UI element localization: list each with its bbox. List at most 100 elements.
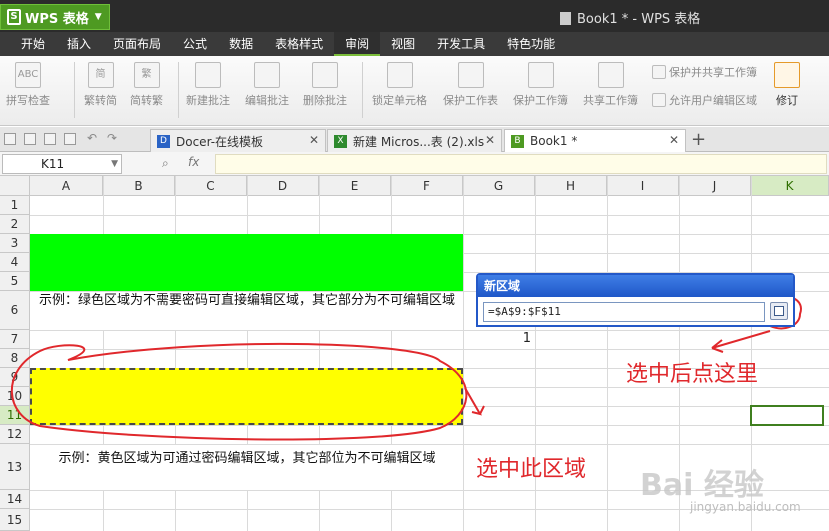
share-book-label: 共享工作簿	[583, 94, 638, 107]
protect-share-label: 保护并共享工作簿	[669, 66, 757, 79]
allow-edit-label: 允许用户编辑区域	[669, 94, 757, 107]
edit-comment-icon	[254, 62, 280, 88]
new-comment-button[interactable]: 新建批注	[186, 60, 230, 108]
annotation-click-here: 选中后点这里	[626, 362, 759, 387]
add-tab-icon[interactable]: +	[691, 129, 706, 150]
new-range-dialog: 新区域 =$A$9:$F$11	[476, 273, 795, 327]
trad-to-simp-button[interactable]: 简繁转简	[84, 60, 117, 108]
new-comment-icon	[195, 62, 221, 88]
app-menu-label: WPS 表格	[25, 11, 89, 27]
allow-edit-range-button[interactable]: 允许用户编辑区域	[652, 92, 757, 108]
lock-cell-label: 锁定单元格	[372, 94, 427, 107]
baidu-watermark-logo: Bai 经验	[640, 468, 764, 503]
menu-features[interactable]: 特色功能	[496, 32, 566, 56]
red-arrow-collapse	[711, 330, 771, 353]
ribbon-separator	[362, 62, 363, 118]
close-icon[interactable]: ✕	[485, 133, 495, 147]
menu-page-layout[interactable]: 页面布局	[102, 32, 172, 56]
jian-icon: 简	[87, 62, 114, 88]
tab-book1[interactable]: B Book1 * ✕	[504, 129, 686, 152]
ribbon: ABC 拼写检查 简繁转简 繁简转繁 新建批注 编辑批注 删除批注 锁定单元格 保…	[0, 56, 829, 126]
docer-icon: D	[157, 134, 170, 148]
document-tab-bar: ↶ ↷ D Docer-在线模板 ✕ X 新建 Micros...表 (2).xls ✕…	[0, 127, 829, 152]
zoom-icon[interactable]: ⌕	[162, 156, 169, 171]
revise-label: 修订	[776, 94, 798, 107]
document-icon	[560, 12, 571, 25]
name-box[interactable]: K11 ▼	[2, 154, 122, 174]
protect-share-icon	[652, 65, 666, 79]
menu-insert[interactable]: 插入	[56, 32, 102, 56]
red-circle-annotation	[10, 342, 468, 441]
app-menu-button[interactable]: S WPS 表格 ▼	[0, 4, 110, 30]
close-icon[interactable]: ✕	[669, 133, 679, 147]
excel-icon: X	[334, 134, 347, 148]
menu-data[interactable]: 数据	[218, 32, 264, 56]
spell-check-label: 拼写检查	[6, 94, 50, 107]
share-book-icon	[597, 62, 624, 88]
protect-sheet-button[interactable]: 保护工作表	[443, 60, 498, 108]
allow-edit-icon	[652, 93, 666, 107]
simp-to-trad-label: 简转繁	[130, 94, 163, 107]
dialog-title: 新区域	[478, 275, 793, 297]
new-comment-label: 新建批注	[186, 94, 230, 107]
protect-book-button[interactable]: 保护工作簿	[513, 60, 568, 108]
collapse-dialog-button[interactable]	[770, 302, 788, 320]
trad-to-simp-label: 繁转简	[84, 94, 117, 107]
menu-bar: 开始 插入 页面布局 公式 数据 表格样式 审阅 视图 开发工具 特色功能	[0, 32, 829, 56]
menu-home[interactable]: 开始	[10, 32, 56, 56]
abc-icon: ABC	[15, 62, 41, 88]
protect-book-label: 保护工作簿	[513, 94, 568, 107]
revise-icon	[774, 62, 800, 88]
tab-label: Book1 *	[530, 134, 578, 148]
window-title-text: Book1 * - WPS 表格	[577, 12, 701, 27]
save-icon[interactable]	[24, 133, 36, 145]
collapse-icon	[774, 306, 784, 316]
tab-label: 新建 Micros...表 (2).xls	[353, 134, 485, 149]
delete-comment-icon	[312, 62, 338, 88]
menu-formula[interactable]: 公式	[172, 32, 218, 56]
name-box-value: K11	[41, 157, 65, 171]
close-icon[interactable]: ✕	[309, 133, 319, 147]
tab-docer[interactable]: D Docer-在线模板 ✕	[150, 129, 326, 152]
lock-cell-button[interactable]: 锁定单元格	[372, 60, 427, 108]
annotation-select-area: 选中此区域	[476, 457, 587, 482]
ribbon-separator	[178, 62, 179, 118]
share-book-button[interactable]: 共享工作簿	[583, 60, 638, 108]
sheet-icon: B	[511, 134, 524, 148]
tab-label: Docer-在线模板	[176, 134, 264, 149]
red-arrow-select	[464, 387, 485, 416]
ribbon-separator	[74, 62, 75, 118]
protect-book-icon	[527, 62, 554, 88]
window-title: Book1 * - WPS 表格	[560, 8, 700, 27]
redo-icon[interactable]: ↷	[107, 131, 119, 145]
undo-icon[interactable]: ↶	[87, 131, 99, 145]
tab-xls[interactable]: X 新建 Micros...表 (2).xls ✕	[327, 129, 502, 152]
delete-comment-button[interactable]: 删除批注	[303, 60, 347, 108]
protect-sheet-icon	[457, 62, 484, 88]
edit-comment-button[interactable]: 编辑批注	[245, 60, 289, 108]
watermark-url: jingyan.baidu.com	[690, 500, 801, 514]
edit-comment-label: 编辑批注	[245, 94, 289, 107]
open-icon[interactable]	[4, 133, 16, 145]
formula-bar: K11 ▼ ⌕ fx	[0, 152, 829, 176]
formula-input[interactable]	[215, 154, 827, 174]
print-icon[interactable]	[44, 133, 56, 145]
menu-review[interactable]: 审阅	[334, 32, 381, 56]
revise-button[interactable]: 修订	[774, 60, 800, 108]
spell-check-button[interactable]: ABC 拼写检查	[6, 60, 50, 108]
wps-logo-icon: S	[7, 9, 21, 25]
range-reference-input[interactable]: =$A$9:$F$11	[483, 302, 765, 322]
fan-icon: 繁	[133, 62, 160, 88]
preview-icon[interactable]	[64, 133, 76, 145]
protect-sheet-label: 保护工作表	[443, 94, 498, 107]
menu-table-style[interactable]: 表格样式	[264, 32, 334, 56]
chevron-down-icon: ▼	[94, 12, 102, 22]
protect-share-button[interactable]: 保护并共享工作簿	[652, 64, 757, 80]
title-bar: S WPS 表格 ▼ Book1 * - WPS 表格	[0, 0, 829, 32]
delete-comment-label: 删除批注	[303, 94, 347, 107]
simp-to-trad-button[interactable]: 繁简转繁	[130, 60, 163, 108]
menu-view[interactable]: 视图	[380, 32, 426, 56]
menu-developer[interactable]: 开发工具	[426, 32, 496, 56]
fx-icon[interactable]: fx	[188, 155, 199, 169]
chevron-down-icon[interactable]: ▼	[111, 155, 118, 173]
